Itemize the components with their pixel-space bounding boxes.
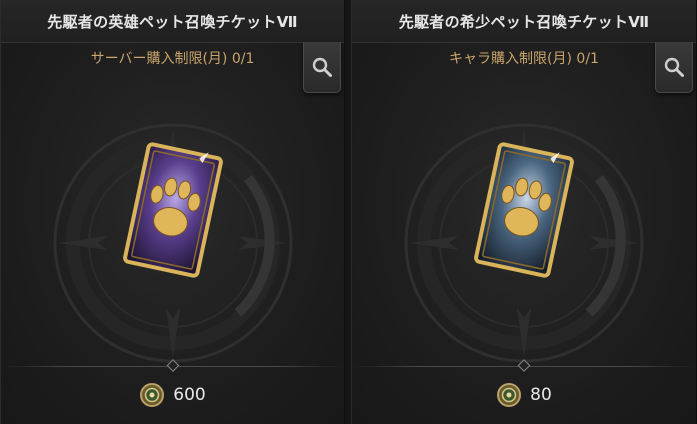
inspect-button[interactable] (655, 42, 693, 93)
shop-item-card[interactable]: 先駆者の英雄ペット召喚チケットⅦ サーバー購入制限(月) 0/1 600 (0, 0, 345, 424)
medal-coin-icon (140, 383, 165, 407)
magnifier-icon (664, 57, 684, 77)
price-value: 80 (530, 385, 552, 405)
shop-panel: 先駆者の英雄ペット召喚チケットⅦ サーバー購入制限(月) 0/1 600 先駆者… (0, 0, 697, 424)
item-title: 先駆者の英雄ペット召喚チケットⅦ (1, 0, 344, 43)
purchase-limit: サーバー購入制限(月) 0/1 (90, 51, 255, 67)
magnifier-icon (312, 57, 332, 77)
item-title: 先駆者の希少ペット召喚チケットⅦ (352, 0, 696, 43)
price-row: 80 (352, 378, 696, 412)
price-row: 600 (1, 378, 344, 412)
medal-coin-icon (497, 383, 522, 407)
inspect-button[interactable] (303, 42, 341, 93)
purchase-limit: キャラ購入制限(月) 0/1 (449, 51, 599, 67)
price-value: 600 (173, 385, 206, 405)
pet-summon-ticket-icon (122, 142, 223, 278)
pet-summon-ticket-icon (474, 142, 574, 278)
shop-item-card[interactable]: 先駆者の希少ペット召喚チケットⅦ キャラ購入制限(月) 0/1 80 (351, 0, 697, 424)
